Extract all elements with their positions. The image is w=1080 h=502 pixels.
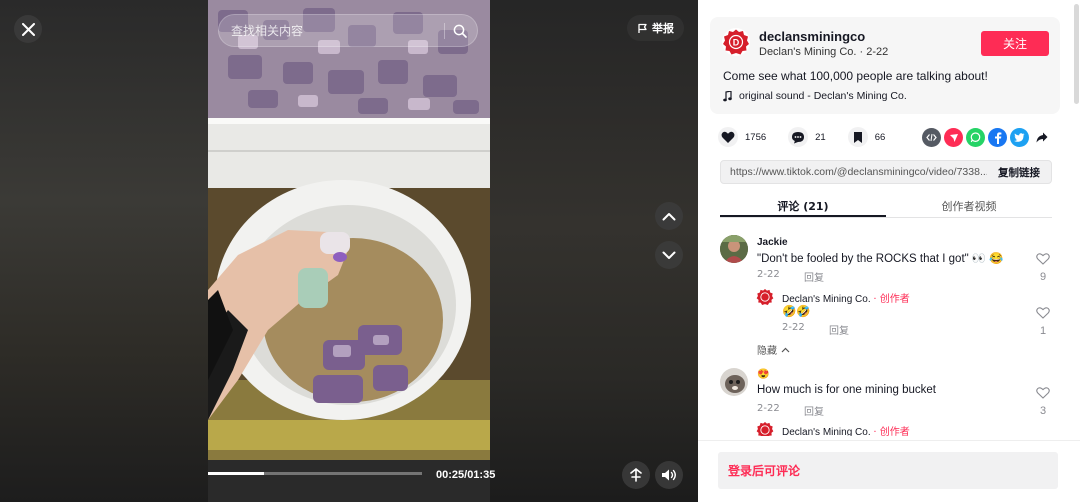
heart-outline-icon: [1036, 387, 1050, 399]
close-icon: [21, 22, 35, 36]
comment-icon: [788, 127, 809, 147]
author-subline: Declan's Mining Co. · 2-22: [759, 46, 888, 58]
details-panel: D declansminingco Declan's Mining Co. · …: [698, 0, 1080, 502]
reply-author[interactable]: Declan's Mining Co. · 创作者: [782, 423, 910, 436]
video-progress-fill: [208, 472, 265, 475]
comment-like-count: 3: [1039, 405, 1047, 417]
copy-link-button[interactable]: 复制链接: [987, 165, 1051, 180]
volume-icon: [662, 469, 676, 481]
panel-scrollbar[interactable]: [1072, 0, 1080, 110]
next-video-button[interactable]: [655, 241, 683, 269]
tab-creator-videos[interactable]: 创作者视频: [886, 192, 1052, 217]
blurred-background-left: [0, 0, 208, 502]
chevron-up-icon: [781, 347, 790, 352]
comment-like-button[interactable]: 9: [1035, 252, 1051, 283]
comment-author[interactable]: 😍: [757, 369, 769, 380]
creator-badge: · 创作者: [873, 427, 910, 436]
tiktok-video-page: 举报 00:25/01:35 D declansmin: [0, 0, 1080, 502]
volume-button[interactable]: [655, 461, 683, 489]
comment-count: 21: [815, 131, 826, 143]
reply-like-count: 1: [1039, 325, 1047, 337]
search-icon[interactable]: [453, 24, 467, 38]
follow-button[interactable]: 关注: [981, 31, 1049, 56]
close-button[interactable]: [14, 15, 42, 43]
chevron-up-icon: [662, 212, 676, 220]
music-link[interactable]: original sound - Declan's Mining Co.: [723, 90, 907, 102]
avatar[interactable]: [756, 421, 774, 436]
avatar-letter: D: [733, 38, 740, 48]
reply-text: 🤣🤣: [782, 306, 811, 318]
save-action[interactable]: 66: [847, 127, 886, 147]
search-divider: [444, 22, 445, 39]
hide-replies-label: 隐藏: [757, 346, 777, 357]
comment-action[interactable]: 21: [788, 127, 826, 147]
send-to-friends-icon[interactable]: [944, 128, 963, 147]
reply-date: 2-22: [782, 322, 805, 333]
engagement-bar: 1756 21 66: [718, 127, 907, 147]
panel-tabs: 评论 (21) 创作者视频: [720, 192, 1052, 218]
reply-button[interactable]: 回复: [804, 269, 824, 284]
reply-author-name: Declan's Mining Co.: [782, 427, 871, 436]
facebook-icon[interactable]: [988, 128, 1007, 147]
reply-like-button[interactable]: 1: [1035, 306, 1051, 337]
twitter-icon[interactable]: [1010, 128, 1029, 147]
avatar[interactable]: [720, 235, 748, 263]
hide-replies-button[interactable]: 隐藏: [757, 342, 790, 357]
comment-date: 2-22: [757, 403, 780, 414]
author-display-name: Declan's Mining Co.: [759, 46, 857, 58]
heart-outline-icon: [1036, 307, 1050, 319]
floating-player-icon: [630, 467, 642, 482]
search-input[interactable]: [231, 23, 436, 38]
comment-text: How much is for one mining bucket: [757, 384, 936, 396]
video-still-image: [208, 0, 490, 502]
tab-comments[interactable]: 评论 (21): [720, 192, 886, 217]
share-link-url[interactable]: https://www.tiktok.com/@declansminingco/…: [721, 166, 987, 178]
comment-text: "Don't be fooled by the ROCKS that I got…: [757, 253, 1004, 265]
embed-icon[interactable]: [922, 128, 941, 147]
post-date: 2-22: [866, 46, 889, 58]
floating-player-button[interactable]: [622, 461, 650, 489]
comment-like-count: 9: [1039, 271, 1047, 283]
heart-icon: [718, 127, 738, 147]
bookmark-icon: [847, 127, 868, 147]
share-arrow-icon[interactable]: [1032, 128, 1051, 147]
like-count: 1756: [745, 131, 767, 143]
comment-date: 2-22: [757, 269, 780, 280]
video-time: 00:25/01:35: [436, 469, 496, 481]
report-button[interactable]: 举报: [627, 15, 684, 41]
music-title: original sound - Declan's Mining Co.: [739, 90, 907, 102]
video-description: Come see what 100,000 people are talking…: [723, 69, 988, 83]
comment-footer: 登录后可评论: [698, 440, 1080, 502]
separator: ·: [856, 46, 867, 58]
comment-author[interactable]: Jackie: [757, 237, 788, 248]
comment-like-button[interactable]: 3: [1035, 386, 1051, 417]
previous-video-button[interactable]: [655, 202, 683, 230]
flag-icon: [638, 23, 647, 33]
comment-list: Jackie "Don't be fooled by the ROCKS tha…: [698, 228, 1072, 436]
avatar[interactable]: [720, 368, 748, 396]
video-frame[interactable]: [208, 0, 490, 502]
avatar[interactable]: [756, 288, 774, 306]
reply-button[interactable]: 回复: [829, 322, 849, 337]
reply-author[interactable]: Declan's Mining Co. · 创作者: [782, 290, 910, 305]
report-label: 举报: [652, 22, 674, 35]
share-link-box: https://www.tiktok.com/@declansminingco/…: [720, 160, 1052, 184]
video-player[interactable]: 举报 00:25/01:35: [0, 0, 698, 502]
creator-badge: · 创作者: [873, 294, 910, 305]
author-avatar[interactable]: D: [722, 28, 750, 56]
login-to-comment-button[interactable]: 登录后可评论: [718, 452, 1058, 489]
chevron-down-icon: [662, 251, 676, 259]
scrollbar-thumb[interactable]: [1074, 4, 1079, 104]
author-username[interactable]: declansminingco: [759, 29, 865, 44]
music-note-icon: [723, 90, 732, 101]
author-card: D declansminingco Declan's Mining Co. · …: [710, 17, 1060, 114]
share-buttons: [922, 128, 1051, 147]
heart-outline-icon: [1036, 253, 1050, 265]
video-progress-bar[interactable]: [208, 472, 422, 475]
save-count: 66: [874, 131, 886, 143]
whatsapp-icon[interactable]: [966, 128, 985, 147]
like-action[interactable]: 1756: [718, 127, 766, 147]
reply-button[interactable]: 回复: [804, 403, 824, 418]
search-box[interactable]: [218, 14, 478, 47]
